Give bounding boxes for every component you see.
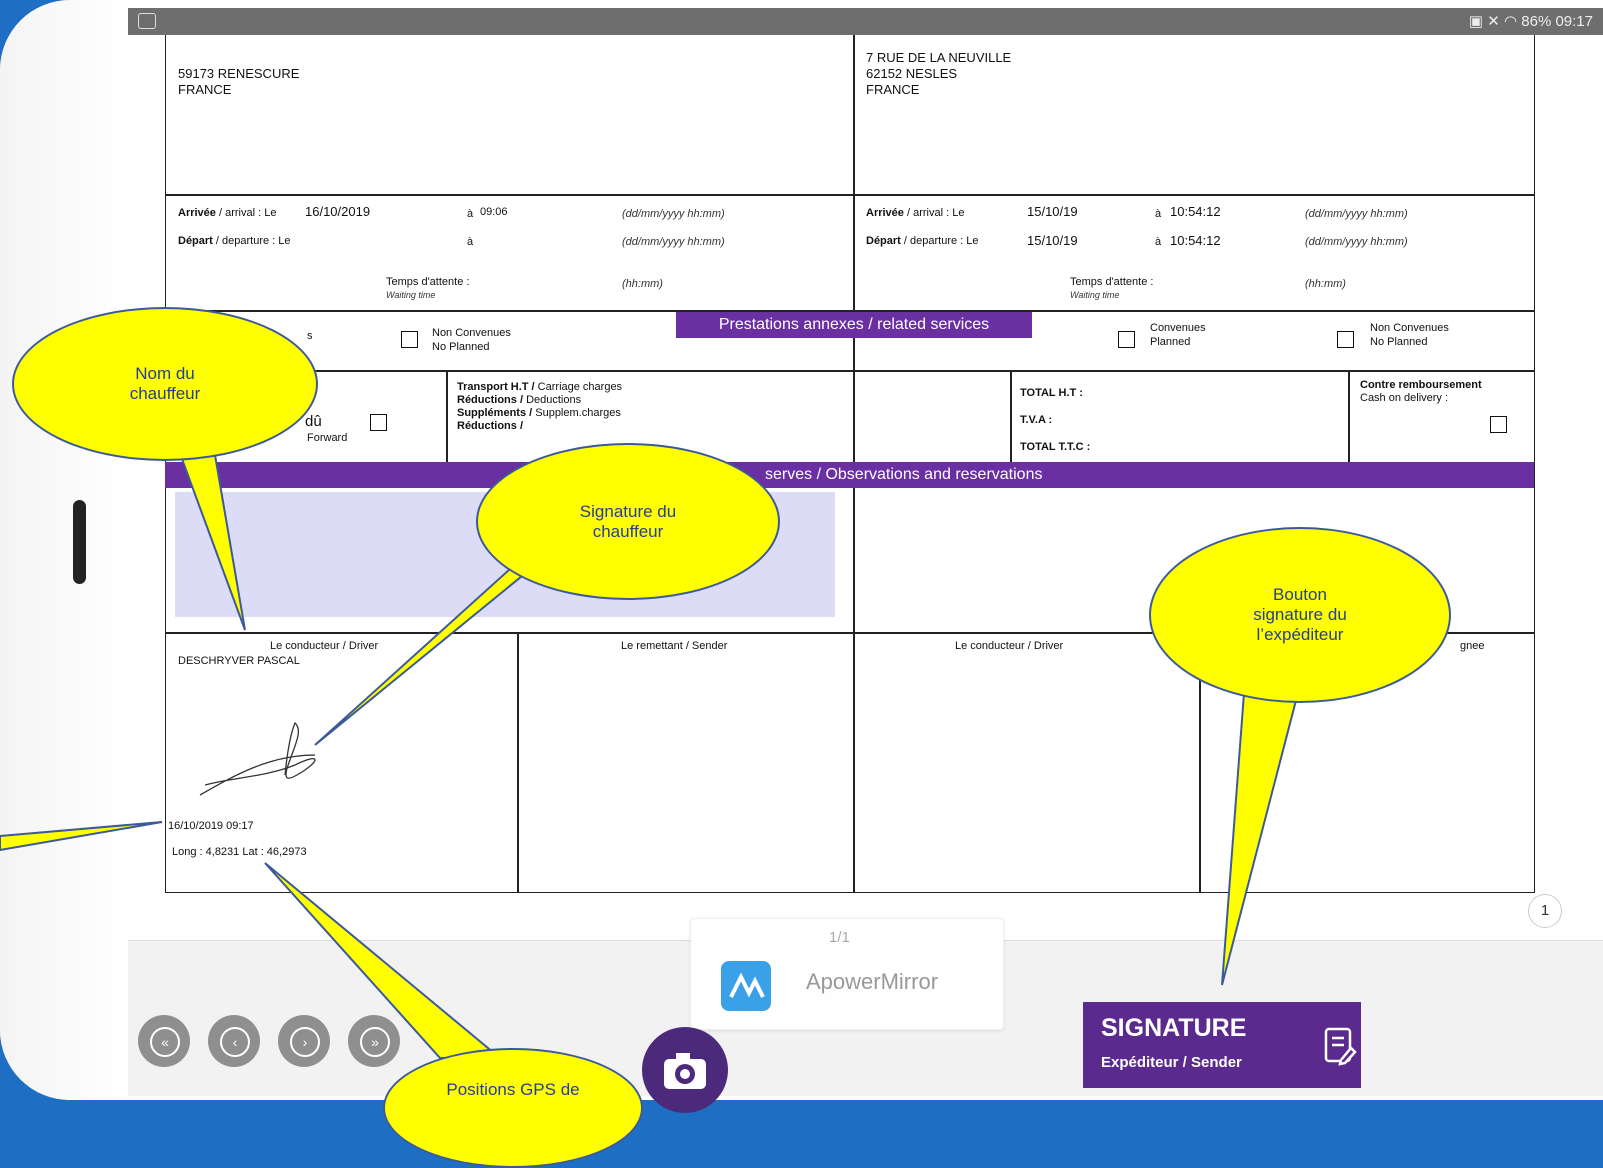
annotation-text: Nom du chauffeur xyxy=(129,364,201,403)
annotation-text: Positions GPS de xyxy=(446,1080,580,1099)
driver-signature-annotation: Signature du chauffeur xyxy=(476,443,780,600)
annotation-text: Signature du chauffeur xyxy=(579,501,677,541)
sender-button-annotation: Bouton signature du l’expéditeur xyxy=(1149,527,1451,703)
gps-annotation: Positions GPS de xyxy=(383,1048,643,1168)
driver-name-annotation: Nom du chauffeur xyxy=(12,307,318,461)
annotation-text: Bouton signature du l’expéditeur xyxy=(1253,585,1347,644)
